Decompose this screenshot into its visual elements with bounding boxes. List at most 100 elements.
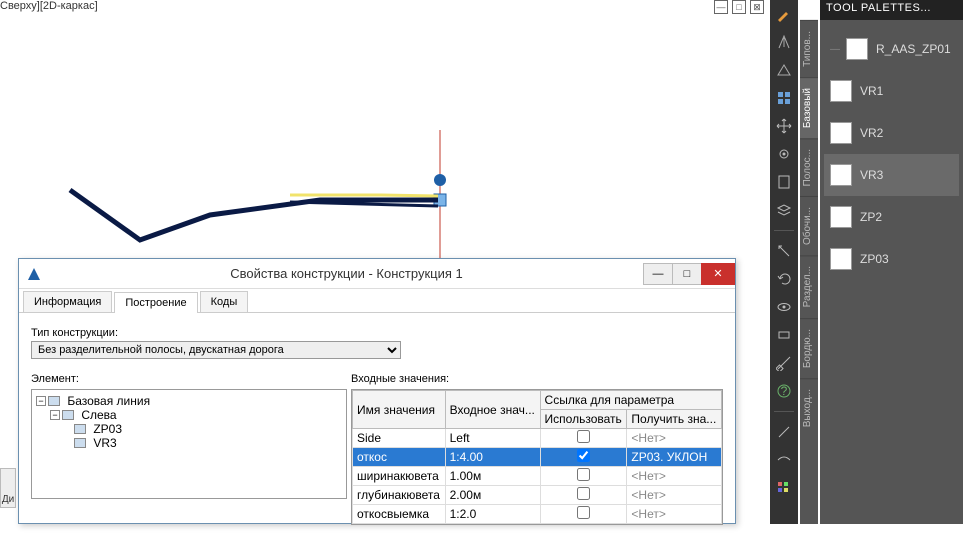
- assembly-icon: [74, 424, 86, 434]
- use-checkbox[interactable]: [577, 468, 590, 481]
- palette-tab-strip: Типов... Базовый Полос... Обочи... Разде…: [800, 20, 818, 524]
- cell-name: откос: [353, 448, 446, 467]
- app-logo-icon: [25, 265, 43, 283]
- dialog-close-button[interactable]: ✕: [701, 263, 735, 285]
- cell-name: Side: [353, 429, 446, 448]
- use-checkbox[interactable]: [577, 506, 590, 519]
- undo-icon[interactable]: [774, 269, 794, 289]
- tool-icon-3[interactable]: [774, 422, 794, 442]
- vtab-razdel[interactable]: Раздел...: [800, 255, 818, 317]
- move-icon[interactable]: [774, 116, 794, 136]
- toolbar-separator: [774, 411, 794, 412]
- eye-icon[interactable]: [774, 297, 794, 317]
- use-checkbox[interactable]: [577, 430, 590, 443]
- table-row[interactable]: глубинакювета 2.00м <Нет>: [353, 486, 722, 505]
- cell-val[interactable]: 1:4.00: [445, 448, 540, 467]
- cell-use[interactable]: [540, 505, 627, 524]
- road-icon[interactable]: [774, 32, 794, 52]
- baseline-icon: [48, 396, 60, 406]
- grid-icon[interactable]: [774, 88, 794, 108]
- palette-item[interactable]: VR1: [824, 70, 959, 112]
- vtab-obochi[interactable]: Обочи...: [800, 196, 818, 255]
- viewport-minimize-button[interactable]: —: [714, 0, 728, 14]
- tool-icon-1[interactable]: [774, 241, 794, 261]
- tool-icon-4[interactable]: [774, 450, 794, 470]
- pencil-icon[interactable]: [774, 4, 794, 24]
- cell-get[interactable]: <Нет>: [627, 505, 722, 524]
- tree-child[interactable]: VR3: [93, 436, 116, 450]
- collapse-icon[interactable]: −: [50, 410, 60, 420]
- inputs-grid[interactable]: Имя значения Входное знач... Ссылка для …: [351, 389, 723, 525]
- tab-information[interactable]: Информация: [23, 291, 112, 312]
- cell-val[interactable]: 1:2.0: [445, 505, 540, 524]
- swatch-icon: [830, 164, 852, 186]
- triangle-icon[interactable]: [774, 60, 794, 80]
- dash-icon: —: [830, 44, 838, 55]
- col-use[interactable]: Использовать: [540, 410, 627, 429]
- help-icon[interactable]: ?: [774, 381, 794, 401]
- layers-icon[interactable]: [774, 200, 794, 220]
- col-link[interactable]: Ссылка для параметра: [540, 391, 721, 410]
- vtab-vyhod[interactable]: Выход...: [800, 378, 818, 437]
- assembly-icon: [74, 438, 86, 448]
- tab-construction[interactable]: Построение: [114, 292, 197, 313]
- inputs-label: Входные значения:: [351, 373, 723, 385]
- viewport-close-button[interactable]: ⊠: [750, 0, 764, 14]
- tree-side[interactable]: Слева: [81, 408, 116, 422]
- cell-name: ширинакювета: [353, 467, 446, 486]
- vtab-typov[interactable]: Типов...: [800, 20, 818, 77]
- table-row[interactable]: ширинакювета 1.00м <Нет>: [353, 467, 722, 486]
- use-checkbox[interactable]: [577, 487, 590, 500]
- svg-text:?: ?: [781, 384, 788, 398]
- swatch-icon: [830, 248, 852, 270]
- table-row[interactable]: откосвыемка 1:2.0 <Нет>: [353, 505, 722, 524]
- tree-root[interactable]: Базовая линия: [67, 394, 150, 408]
- col-input[interactable]: Входное знач...: [445, 391, 540, 429]
- palette-item[interactable]: ZP03: [824, 238, 959, 280]
- tab-codes[interactable]: Коды: [200, 291, 249, 312]
- palette-item-label: ZP2: [860, 210, 882, 224]
- type-select[interactable]: Без разделительной полосы, двускатная до…: [31, 341, 401, 359]
- cell-use[interactable]: [540, 448, 627, 467]
- palette-item[interactable]: VR3: [824, 154, 959, 196]
- tree-child[interactable]: ZP03: [93, 422, 122, 436]
- vtab-bordyu[interactable]: Бордю...: [800, 318, 818, 378]
- dialog-titlebar[interactable]: Свойства конструкции - Конструкция 1 — □…: [19, 259, 735, 289]
- cell-get[interactable]: <Нет>: [627, 467, 722, 486]
- element-tree[interactable]: − Базовая линия − Слева ZP03 VR3: [31, 389, 347, 499]
- cell-use[interactable]: [540, 429, 627, 448]
- properties-dialog: Свойства конструкции - Конструкция 1 — □…: [18, 258, 736, 524]
- gear-icon[interactable]: [774, 144, 794, 164]
- cell-val[interactable]: 2.00м: [445, 486, 540, 505]
- viewport-title: Сверху][2D-каркас]: [0, 0, 98, 12]
- vtab-bazovyj[interactable]: Базовый: [800, 77, 818, 138]
- tool-icon-2[interactable]: [774, 325, 794, 345]
- table-row[interactable]: откос 1:4.00 ZP03. УКЛОН: [353, 448, 722, 467]
- col-get[interactable]: Получить зна...: [627, 410, 722, 429]
- cell-get[interactable]: <Нет>: [627, 429, 722, 448]
- cell-get[interactable]: <Нет>: [627, 486, 722, 505]
- table-row[interactable]: Side Left <Нет>: [353, 429, 722, 448]
- cell-val[interactable]: Left: [445, 429, 540, 448]
- palette-item[interactable]: —R_AAS_ZP01: [824, 28, 959, 70]
- viewport-maximize-button[interactable]: □: [732, 0, 746, 14]
- palette-icon[interactable]: [774, 478, 794, 498]
- vtab-polos[interactable]: Полос...: [800, 138, 818, 196]
- document-icon[interactable]: [774, 172, 794, 192]
- side-icon: [62, 410, 74, 420]
- use-checkbox[interactable]: [577, 449, 590, 462]
- measure-icon[interactable]: [774, 353, 794, 373]
- dialog-maximize-button[interactable]: □: [672, 263, 702, 285]
- cell-use[interactable]: [540, 486, 627, 505]
- dialog-title: Свойства конструкции - Конструкция 1: [49, 266, 644, 281]
- toolbar-separator: [774, 230, 794, 231]
- dialog-minimize-button[interactable]: —: [643, 263, 673, 285]
- palette-item[interactable]: ZP2: [824, 196, 959, 238]
- cell-use[interactable]: [540, 467, 627, 486]
- palette-item[interactable]: VR2: [824, 112, 959, 154]
- cell-get[interactable]: ZP03. УКЛОН: [627, 448, 722, 467]
- collapse-icon[interactable]: −: [36, 396, 46, 406]
- ribbon-toolbar: ?: [770, 0, 798, 524]
- cell-val[interactable]: 1.00м: [445, 467, 540, 486]
- col-name[interactable]: Имя значения: [353, 391, 446, 429]
